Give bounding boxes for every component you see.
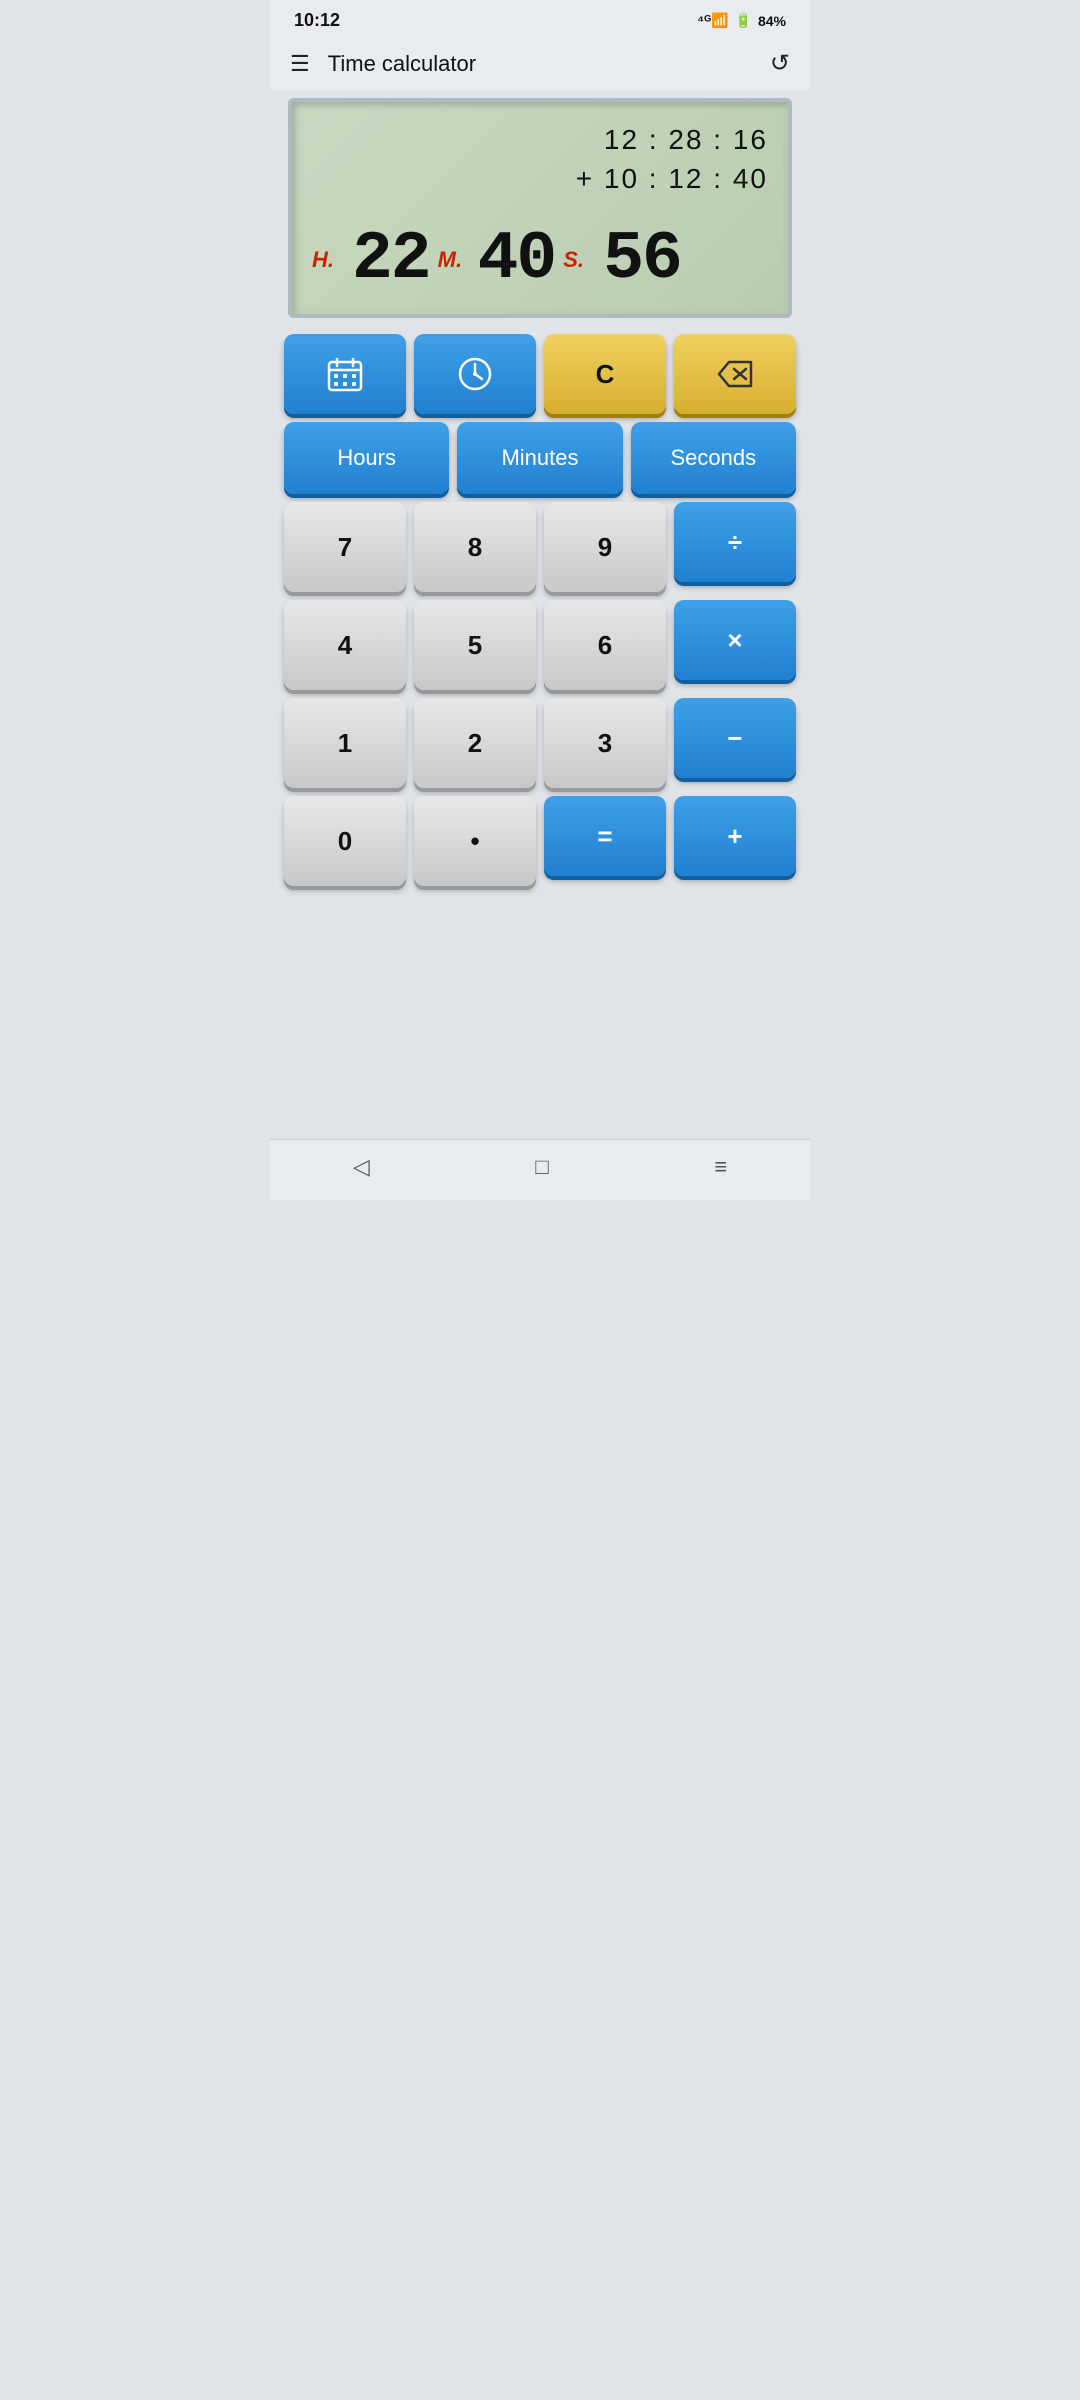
history-icon[interactable]: ↺ — [770, 49, 790, 78]
backspace-button[interactable] — [674, 334, 796, 414]
btn-add[interactable]: + — [674, 796, 796, 876]
home-nav-icon[interactable]: □ — [535, 1154, 548, 1180]
menu-icon[interactable]: ☰ — [290, 51, 310, 77]
calculator-display: 12 : 28 : 16 + 10 : 12 : 40 H. 22 M. 40 … — [288, 98, 792, 318]
clock-icon — [457, 356, 493, 392]
hours-value: 22 — [352, 226, 430, 294]
btn-subtract[interactable]: − — [674, 698, 796, 778]
display-line-2: + 10 : 12 : 40 — [312, 159, 768, 198]
status-icons: ⁴ᴳ📶 🔋 84% — [697, 12, 786, 29]
minutes-label: M. — [438, 247, 470, 273]
clock-button[interactable] — [414, 334, 536, 414]
btn-row-2: Hours Minutes Seconds — [284, 422, 796, 494]
battery-icon: 🔋 — [735, 12, 752, 29]
btn-4[interactable]: 4 — [284, 600, 406, 690]
btn-row-5: 1 2 3 − — [284, 698, 796, 788]
back-nav-icon[interactable]: ◁ — [353, 1154, 370, 1180]
minutes-value: 40 — [478, 226, 556, 294]
minutes-button[interactable]: Minutes — [457, 422, 622, 494]
keypad: C Hours Minutes Seconds 7 8 9 — [270, 334, 810, 900]
minutes-label: Minutes — [501, 445, 578, 471]
btn-5[interactable]: 5 — [414, 600, 536, 690]
btn-7[interactable]: 7 — [284, 502, 406, 592]
btn-2[interactable]: 2 — [414, 698, 536, 788]
btn-6[interactable]: 6 — [544, 600, 666, 690]
top-bar: ☰ Time calculator ↺ — [270, 37, 810, 90]
signal-icon: ⁴ᴳ📶 — [697, 12, 728, 29]
calendar-button[interactable] — [284, 334, 406, 414]
btn-9[interactable]: 9 — [544, 502, 666, 592]
hours-label: Hours — [337, 445, 396, 471]
btn-8[interactable]: 8 — [414, 502, 536, 592]
btn-row-1: C — [284, 334, 796, 414]
btn-0[interactable]: 0 — [284, 796, 406, 886]
btn-dot[interactable]: • — [414, 796, 536, 886]
seconds-value: 56 — [603, 226, 681, 294]
app-title: Time calculator — [328, 51, 770, 77]
status-bar: 10:12 ⁴ᴳ📶 🔋 84% — [270, 0, 810, 37]
btn-divide[interactable]: ÷ — [674, 502, 796, 582]
display-input-lines: 12 : 28 : 16 + 10 : 12 : 40 — [312, 120, 768, 198]
clear-label: C — [596, 359, 615, 390]
clear-button[interactable]: C — [544, 334, 666, 414]
seconds-label: S. — [563, 247, 595, 273]
hours-label: H. — [312, 247, 344, 273]
btn-3[interactable]: 3 — [544, 698, 666, 788]
btn-1[interactable]: 1 — [284, 698, 406, 788]
calendar-icon — [327, 356, 363, 392]
backspace-icon — [717, 360, 753, 388]
hours-button[interactable]: Hours — [284, 422, 449, 494]
display-result: H. 22 M. 40 S. 56 — [312, 226, 768, 294]
seconds-label: Seconds — [671, 445, 757, 471]
bottom-nav: ◁ □ ≡ — [270, 1139, 810, 1200]
battery-percent: 84% — [758, 13, 786, 29]
seconds-button[interactable]: Seconds — [631, 422, 796, 494]
btn-row-6: 0 • = + — [284, 796, 796, 886]
status-time: 10:12 — [294, 10, 340, 31]
display-line-1: 12 : 28 : 16 — [312, 120, 768, 159]
btn-multiply[interactable]: × — [674, 600, 796, 680]
btn-row-4: 4 5 6 × — [284, 600, 796, 690]
btn-equals[interactable]: = — [544, 796, 666, 876]
btn-row-3: 7 8 9 ÷ — [284, 502, 796, 592]
recents-nav-icon[interactable]: ≡ — [714, 1154, 727, 1180]
